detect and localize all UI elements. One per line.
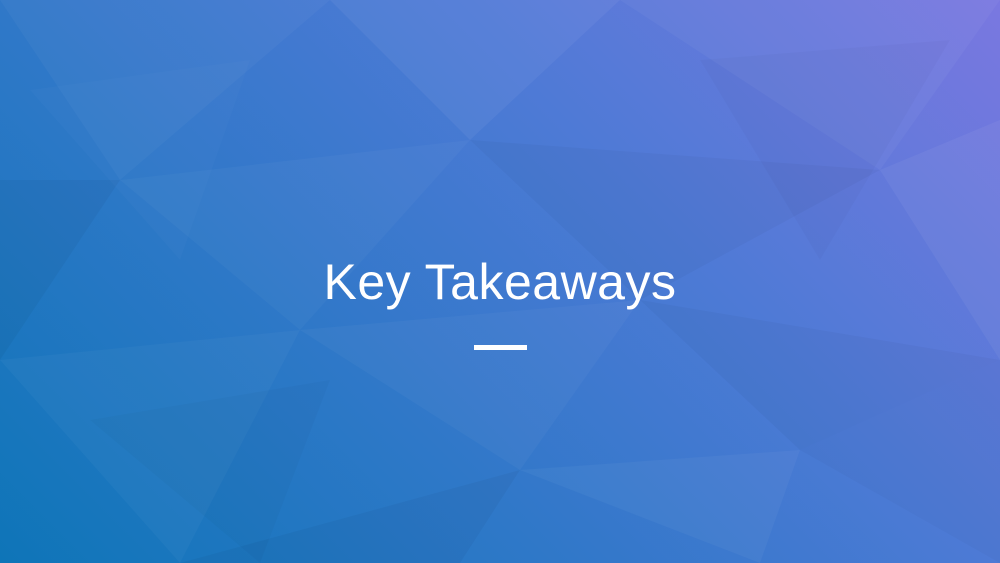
title-divider bbox=[474, 345, 527, 350]
slide: Key Takeaways bbox=[0, 0, 1000, 563]
slide-title: Key Takeaways bbox=[323, 254, 677, 310]
